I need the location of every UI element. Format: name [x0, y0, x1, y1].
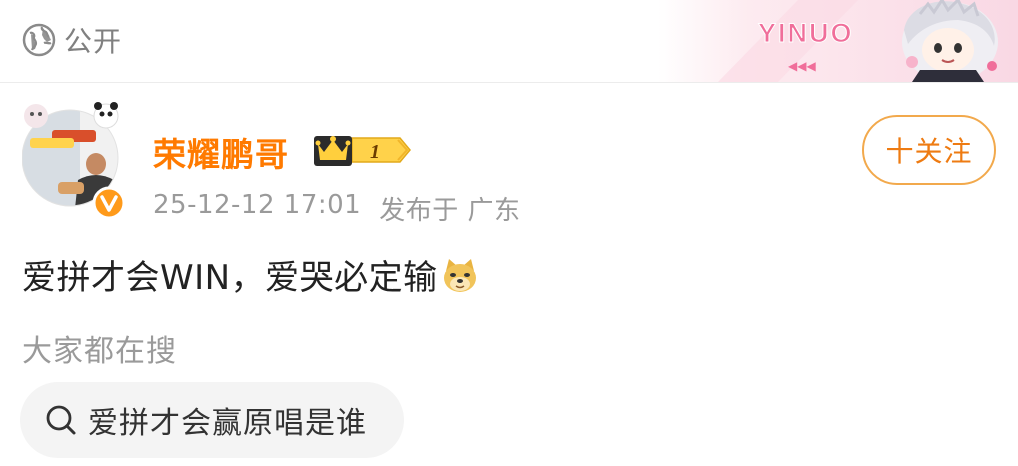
post-text: 爱拼才会WIN，爱哭必定输	[22, 258, 438, 298]
verified-badge-icon	[92, 186, 126, 220]
author-name[interactable]: 荣耀鹏哥	[153, 128, 289, 176]
banner-text: YINUO	[758, 18, 854, 48]
top-bar: 公开 YINUO ◀◀◀	[0, 0, 1018, 83]
visibility-label: 公开	[64, 25, 123, 58]
banner-arrows: ◀◀◀	[788, 59, 816, 73]
globe-icon	[22, 23, 56, 57]
avatar[interactable]	[22, 100, 126, 220]
weibo-post-page: 公开 YINUO ◀◀◀ 荣耀鹏哥 1 25-12-12 17:01 发布于 广…	[0, 0, 1018, 466]
follow-button[interactable]: 十关注	[862, 115, 996, 185]
visibility-indicator[interactable]: 公开	[22, 20, 122, 60]
vip-badge[interactable]: 1	[312, 130, 412, 170]
hot-search-chip[interactable]: 爱拼才会赢原唱是谁	[20, 382, 404, 458]
post-meta: 25-12-12 17:01 发布于 广东	[153, 190, 520, 227]
post-timestamp: 25-12-12 17:01	[153, 190, 362, 220]
hot-search-query: 爱拼才会赢原唱是谁	[88, 406, 367, 441]
doge-icon	[443, 258, 476, 292]
search-icon	[46, 405, 76, 435]
decorative-banner: YINUO ◀◀◀	[658, 0, 1018, 82]
vip-level: 1	[370, 141, 380, 163]
hot-search-label: 大家都在搜	[22, 334, 177, 369]
post-content: 爱拼才会WIN，爱哭必定输	[22, 250, 480, 299]
post-location: 发布于 广东	[379, 196, 521, 226]
